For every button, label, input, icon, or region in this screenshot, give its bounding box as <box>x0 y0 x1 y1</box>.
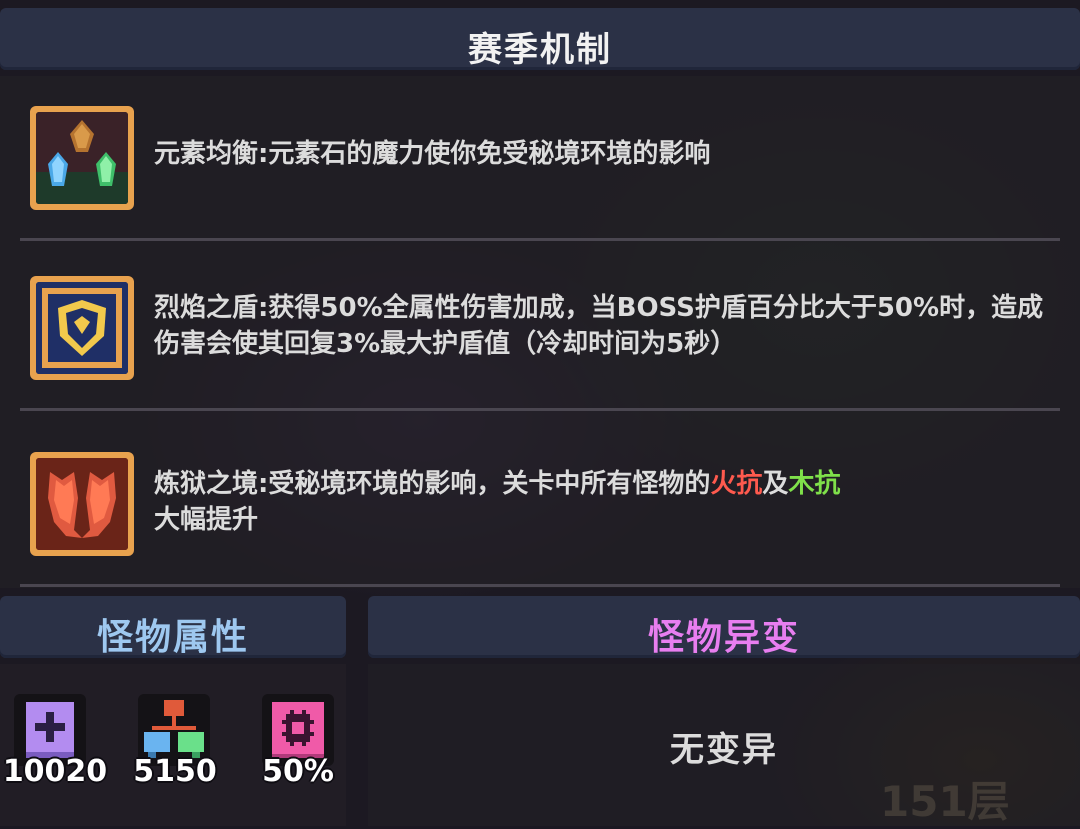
mechanic-text: 大幅提升 <box>154 505 259 535</box>
divider <box>20 408 1060 411</box>
flame-shield-icon <box>30 276 134 380</box>
mechanic-text: 元素均衡:元素石的魔力使你免受秘境环境的影响 <box>154 139 711 169</box>
divider <box>20 584 1060 587</box>
mechanic-description-flame-shield: 烈焰之盾:获得50%全属性伤害加成，当BOSS护盾百分比大于50%时，造成伤害会… <box>154 290 1059 362</box>
element-stones-icon <box>30 106 134 210</box>
monster-mutation-header: 怪物异变 <box>368 596 1080 658</box>
fire-resistance-keyword: 火抗 <box>710 469 763 499</box>
mechanic-text: 炼狱之境:受秘境环境的影响，关卡中所有怪物的 <box>154 469 711 499</box>
mutation-rate-value: 50% <box>262 754 334 789</box>
monster-attributes-header: 怪物属性 <box>0 596 346 658</box>
purgatory-wings-icon <box>30 452 134 556</box>
monster-attributes-title: 怪物属性 <box>96 617 249 658</box>
wood-resistance-keyword: 木抗 <box>788 469 841 499</box>
mechanic-text: 及 <box>762 469 789 499</box>
mechanic-description-element-balance: 元素均衡:元素石的魔力使你免受秘境环境的影响 <box>154 136 1059 172</box>
mechanic-text: 烈焰之盾:获得50%全属性伤害加成，当BOSS护盾百分比大于50%时，造成伤害会… <box>154 293 1044 359</box>
mechanic-description-purgatory: 炼狱之境:受秘境环境的影响，关卡中所有怪物的火抗及木抗大幅提升 <box>154 466 1059 538</box>
monster-mutation-title: 怪物异变 <box>647 617 800 658</box>
health-value: 10020 <box>2 754 108 789</box>
mutation-status: 无变异 <box>670 730 778 770</box>
season-mechanics-title: 赛季机制 <box>468 30 612 70</box>
floor-label: 151层 <box>880 777 1010 826</box>
season-mechanics-header: 赛季机制 <box>0 8 1080 70</box>
divider <box>20 238 1060 241</box>
element-value: 5150 <box>133 754 217 789</box>
